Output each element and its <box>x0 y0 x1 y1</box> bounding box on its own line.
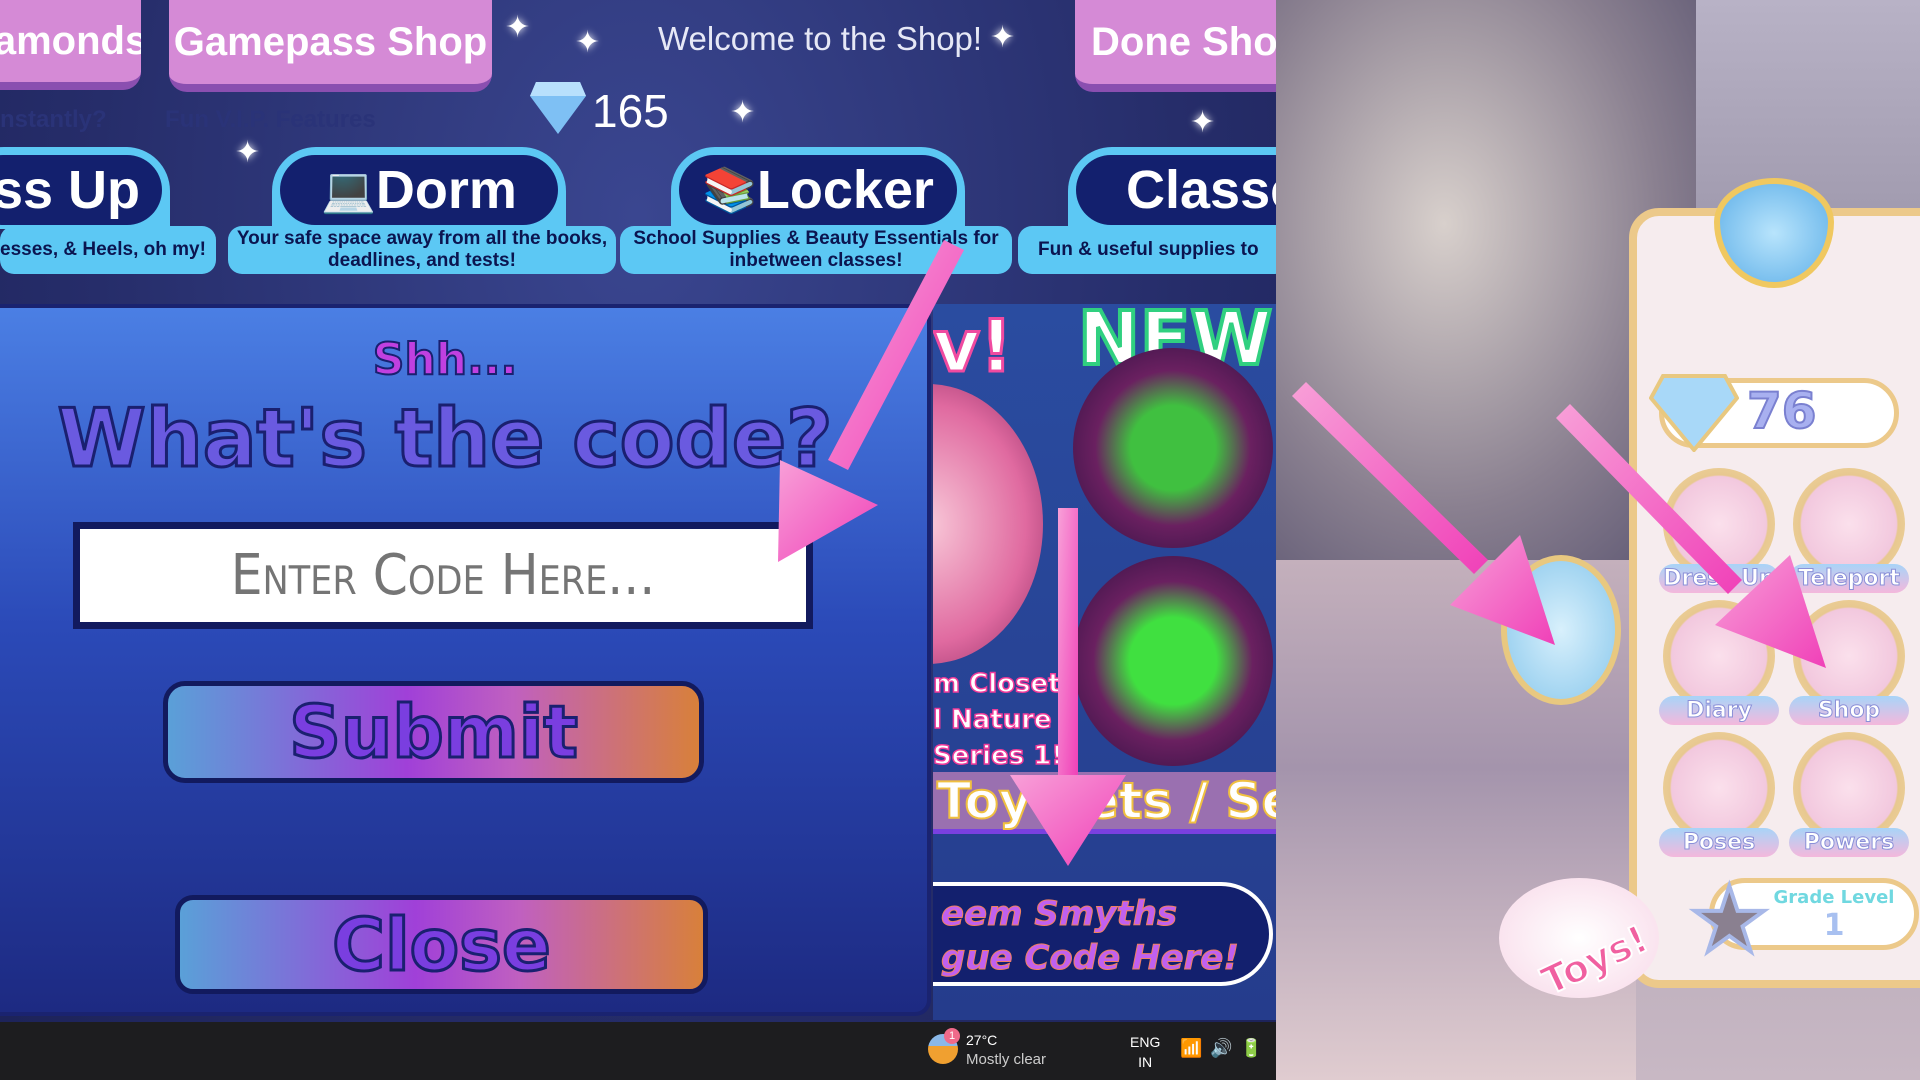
tab-dress-up[interactable]: ess Up <box>0 147 170 229</box>
menu-label: Dress Up <box>1659 564 1779 593</box>
menu-label: Powers <box>1789 828 1909 857</box>
sparkle-icon: ✦ <box>1190 105 1216 140</box>
diamonds-button[interactable]: amonds <box>0 0 141 90</box>
region: IN <box>1138 1054 1153 1070</box>
star-icon: ★ <box>1687 866 1772 975</box>
promo-heading-left: v! <box>933 304 1014 390</box>
volume-icon[interactable]: 🔊 <box>1210 1038 1232 1059</box>
tab-classes[interactable]: Classe <box>1068 147 1276 229</box>
shop-window: amonds Gamepass Shop Welcome to the Shop… <box>0 0 1276 1080</box>
code-input[interactable] <box>73 522 813 629</box>
sparkle-icon: ✦ <box>235 135 261 170</box>
menu-poses[interactable]: Poses <box>1659 732 1779 857</box>
menu-powers[interactable]: Powers <box>1789 732 1909 857</box>
sparkle-icon: ✦ <box>575 25 601 60</box>
weather-text: Mostly clear <box>966 1051 1047 1068</box>
grade-label: Grade Level <box>1773 887 1895 908</box>
menu-label: Poses <box>1659 828 1779 857</box>
toy-sets-banner: Toy Sets / Se <box>933 771 1276 834</box>
caption-line: l Nature <box>933 704 1052 736</box>
submit-button[interactable]: Submit <box>163 681 704 783</box>
menu-label: Diary <box>1659 696 1779 725</box>
gamepass-subtext: Fun V.I.P. Features <box>165 106 376 133</box>
diamonds-subtext: nstantly? <box>0 106 107 133</box>
tab-desc: Fun & useful supplies to <box>1018 226 1276 274</box>
promo-image-closet <box>933 384 1043 664</box>
heart-gem-icon[interactable] <box>1501 555 1621 705</box>
redeem-code-button[interactable]: eem Smyths gue Code Here! <box>933 882 1273 986</box>
diamond-count: 165 <box>592 85 669 137</box>
diamond-icon <box>530 82 586 134</box>
redeem-line: eem Smyths <box>941 894 1178 935</box>
menu-diamond-count: 76 <box>1746 381 1818 441</box>
modal-hint: Shh... <box>372 333 518 386</box>
promo-panel: v! NEW! m Closetl NatureSeries 1! Toy Se… <box>933 304 1276 1020</box>
lang: ENG <box>1130 1034 1161 1050</box>
tab-label: ess Up <box>0 155 162 225</box>
language-indicator[interactable]: ENG IN <box>1130 1032 1160 1072</box>
menu-label: Teleport <box>1789 564 1909 593</box>
menu-diary[interactable]: Diary <box>1659 600 1779 725</box>
tab-dorm[interactable]: 💻 Dorm <box>272 147 566 229</box>
sparkle-icon: ✦ <box>730 95 756 130</box>
game-side-menu: 76 Dress Up Teleport Diary Shop Poses Po… <box>1499 178 1920 1005</box>
sparkle-icon: ✦ <box>505 10 531 45</box>
menu-shop[interactable]: Shop <box>1789 600 1909 725</box>
tab-label: Locker <box>756 160 934 220</box>
books-icon: 📚 <box>702 166 757 215</box>
promo-image-boots <box>1073 556 1273 766</box>
menu-teleport[interactable]: Teleport <box>1789 468 1909 593</box>
tab-label: Classe <box>1076 155 1276 225</box>
code-modal: Shh... What's the code? Submit Close <box>0 304 931 1016</box>
tab-label: Dorm <box>375 160 517 220</box>
done-shopping-button[interactable]: Done Shop <box>1075 0 1276 92</box>
diamond-icon <box>1649 374 1739 452</box>
gamepass-shop-button[interactable]: Gamepass Shop <box>169 0 492 92</box>
wifi-icon[interactable]: 📶 <box>1180 1038 1202 1059</box>
caption-line: m Closet <box>933 668 1061 700</box>
modal-title: What's the code? <box>56 391 834 487</box>
temperature: 27°C <box>966 1032 998 1048</box>
menu-label: Shop <box>1789 696 1909 725</box>
welcome-text: Welcome to the Shop! <box>658 20 983 57</box>
taskbar: 1 27°C Mostly clear ENG IN 📶 🔊 🔋 <box>0 1022 1276 1080</box>
caption-line: Series 1! <box>933 740 1064 772</box>
sparkle-icon: ✦ <box>990 20 1016 55</box>
weather-badge: 1 <box>944 1028 960 1044</box>
close-button[interactable]: Close <box>175 895 708 994</box>
tab-desc: School Supplies & Beauty Essentials for … <box>620 226 1012 274</box>
promo-image-raincoat <box>1073 348 1273 548</box>
laptop-icon: 💻 <box>321 166 376 215</box>
promo-caption: m Closet l Nature Series 1! <box>933 666 1064 774</box>
redeem-line: gue Code Here! <box>941 938 1240 979</box>
tab-locker[interactable]: 📚 Locker <box>671 147 965 229</box>
tab-desc: Your safe space away from all the books,… <box>228 226 616 274</box>
menu-dress-up[interactable]: Dress Up <box>1659 468 1779 593</box>
grade-value: 1 <box>1823 908 1845 943</box>
tab-desc: esses, & Heels, oh my! <box>0 226 216 274</box>
battery-icon[interactable]: 🔋 <box>1240 1038 1262 1059</box>
